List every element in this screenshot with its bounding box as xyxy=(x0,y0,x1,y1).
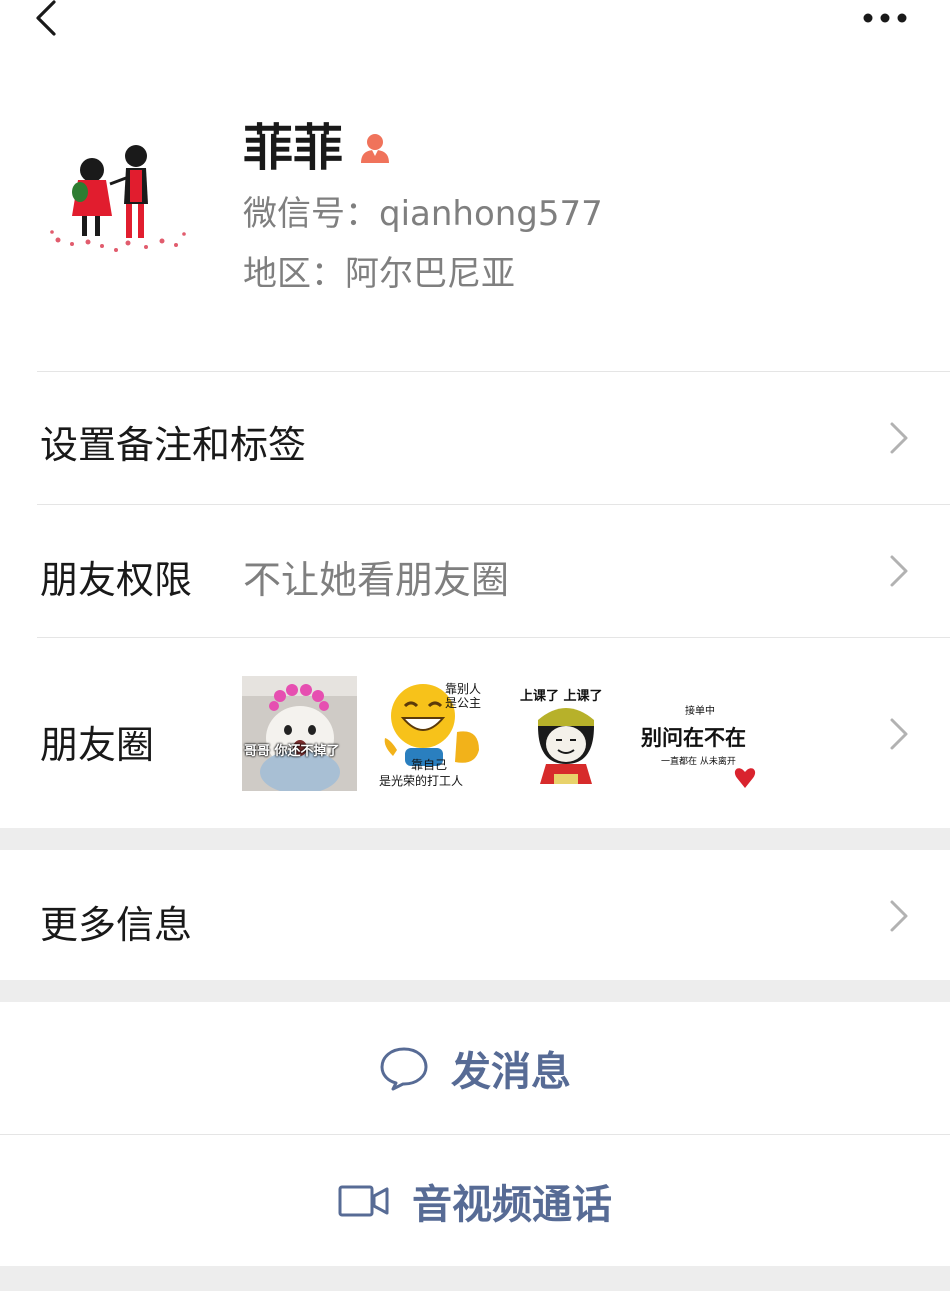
thumbnail-caption-top: 接单中 xyxy=(685,706,715,717)
chevron-right-icon xyxy=(890,422,908,454)
chevron-right-icon xyxy=(890,555,908,587)
wechat-id: 微信号：qianhong577 xyxy=(243,194,603,234)
thumbnail-caption: 上课了 上课了 xyxy=(520,689,603,704)
female-icon xyxy=(361,134,389,163)
row-label: 朋友权限 xyxy=(40,558,193,602)
profile-name: 菲菲 xyxy=(243,118,393,178)
chevron-right-icon xyxy=(890,718,908,750)
back-icon xyxy=(36,0,56,36)
more-icon xyxy=(863,13,907,23)
more-button[interactable] xyxy=(858,4,914,32)
region: 地区：阿尔巴尼亚 xyxy=(243,254,515,294)
row-remark-tags[interactable]: 设置备注和标签 xyxy=(0,372,950,504)
row-label: 设置备注和标签 xyxy=(40,423,307,467)
row-friend-permission[interactable]: 朋友权限 不让她看朋友圈 xyxy=(0,505,950,637)
thumbnail-caption-mid: 靠自己 xyxy=(411,758,448,772)
avatar[interactable] xyxy=(38,122,190,264)
chevron-right-icon xyxy=(890,900,908,932)
video-camera-icon xyxy=(338,1185,389,1216)
thumbnail-caption-bottom: 一直都在 从未离开 xyxy=(661,757,736,767)
cat-meme-image xyxy=(242,676,357,791)
thumbnail-caption-mid: 别问在不在 xyxy=(641,726,746,750)
moments-thumbnail[interactable]: 靠别人 是公主 靠自己 是光荣的打工人 xyxy=(375,676,490,791)
send-message-label: 发消息 xyxy=(451,1049,571,1095)
video-call-label: 音视频通话 xyxy=(412,1181,612,1228)
avatar-image xyxy=(38,122,190,264)
video-call-button[interactable]: 音视频通话 xyxy=(0,1135,950,1266)
moments-thumbnails: 哥哥 你还不掉了 靠别人 是公主 靠自己 是光荣的打工人 上课了 上课了 接单中… xyxy=(242,676,756,791)
thumbnail-caption-bottom: 是光荣的打工人 xyxy=(379,774,464,788)
row-label: 朋友圈 xyxy=(40,723,155,767)
moments-thumbnail[interactable]: 哥哥 你还不掉了 xyxy=(242,676,357,791)
moments-thumbnail[interactable]: 上课了 上课了 xyxy=(508,676,623,791)
thumbnail-caption: 哥哥 你还不掉了 xyxy=(244,744,340,759)
row-label: 更多信息 xyxy=(40,903,193,947)
row-more-info[interactable]: 更多信息 xyxy=(0,850,950,980)
thumbnail-caption-top: 靠别人 是公主 xyxy=(445,682,482,710)
back-button[interactable] xyxy=(30,0,70,40)
row-value: 不让她看朋友圈 xyxy=(243,558,510,602)
contact-name: 菲菲 xyxy=(243,119,343,177)
moments-thumbnail[interactable]: 接单中 别问在不在 一直都在 从未离开 xyxy=(641,676,756,791)
send-message-button[interactable]: 发消息 xyxy=(0,1002,950,1134)
chat-bubble-icon xyxy=(380,1047,428,1091)
